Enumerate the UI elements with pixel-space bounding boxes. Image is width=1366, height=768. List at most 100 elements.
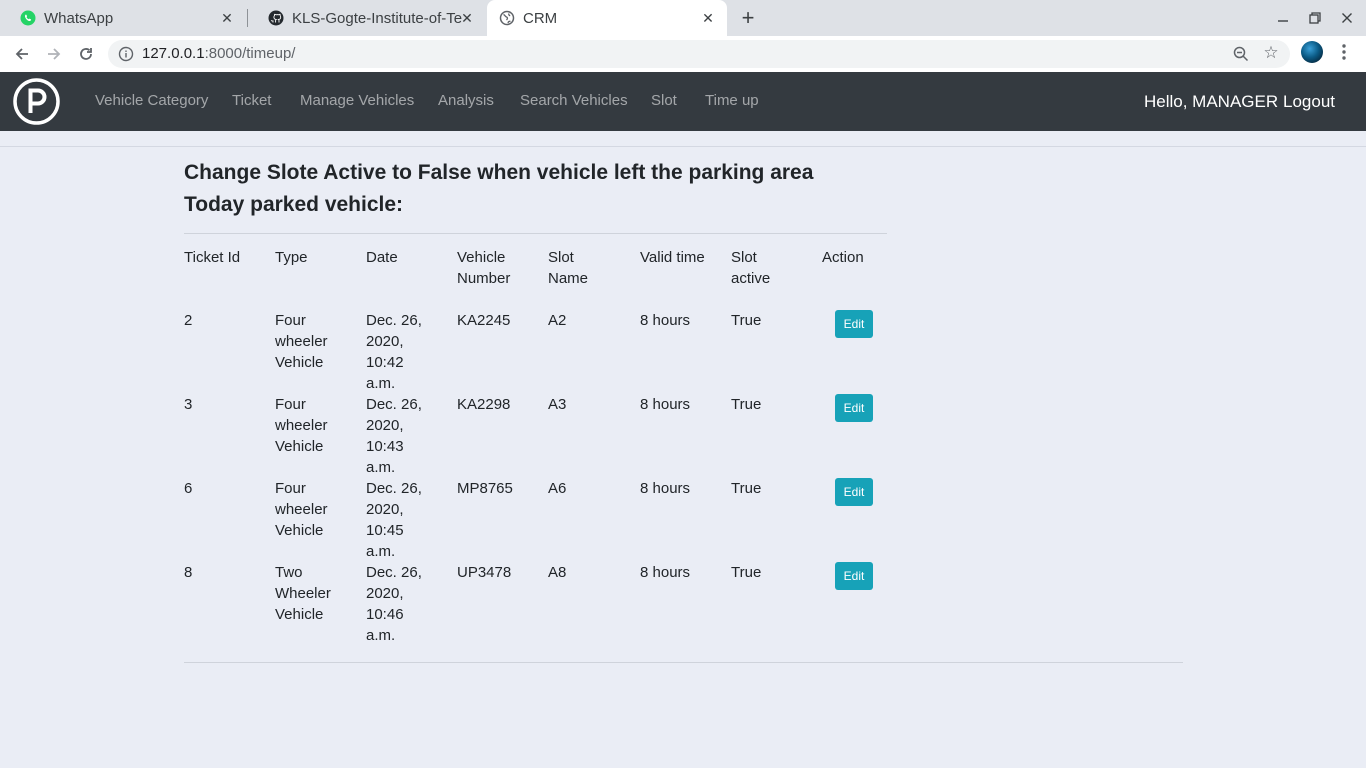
header-date: Date xyxy=(366,249,398,266)
restore-icon[interactable] xyxy=(1303,6,1327,30)
cell-line: Dec. 26, xyxy=(366,564,422,581)
header-slot-active: Slot active xyxy=(731,247,770,289)
cell-line: a.m. xyxy=(366,543,396,560)
address-bar[interactable]: 127.0.0.1:8000/timeup/ ☆ xyxy=(108,40,1290,68)
back-icon[interactable] xyxy=(8,40,36,68)
github-icon xyxy=(268,10,284,26)
cell-line: 10:45 xyxy=(366,522,404,539)
cell-line: Four xyxy=(275,312,306,329)
new-tab-icon[interactable]: + xyxy=(736,5,760,30)
header-line: active xyxy=(731,270,771,287)
close-icon[interactable]: ✕ xyxy=(218,9,236,27)
cell-slot-active: True xyxy=(731,564,762,581)
edit-button[interactable]: Edit xyxy=(835,310,873,338)
header-line: Slot xyxy=(548,249,574,266)
nav-vehicle-category[interactable]: Vehicle Category xyxy=(95,92,208,109)
nav-manage-vehicles[interactable]: Manage Vehicles xyxy=(300,92,414,109)
app-navbar: Vehicle Category Ticket Manage Vehicles … xyxy=(0,72,1366,131)
cell-line: Wheeler xyxy=(275,585,331,602)
tab-title: WhatsApp xyxy=(44,9,114,27)
table-top-rule xyxy=(184,233,887,234)
tab-crm[interactable]: CRM ✕ xyxy=(487,0,727,36)
cell-line: Dec. 26, xyxy=(366,396,422,413)
cell-line: 10:46 xyxy=(366,606,404,623)
cell-line: 10:43 xyxy=(366,438,404,455)
cell-ticket-id: 6 xyxy=(184,480,193,497)
url-host: 127.0.0.1 xyxy=(142,45,205,62)
cell-slot-name: A2 xyxy=(548,312,567,329)
browser-menu-icon[interactable] xyxy=(1336,42,1352,62)
cell-date: Dec. 26, 2020, 10:46 a.m. xyxy=(366,562,422,646)
cell-line: wheeler xyxy=(275,333,328,350)
cell-valid-time: 8 hours xyxy=(640,312,691,329)
table-bottom-rule xyxy=(184,662,1183,663)
cell-line: 2020, xyxy=(366,333,404,350)
edit-button[interactable]: Edit xyxy=(835,394,873,422)
header-line: Name xyxy=(548,270,589,287)
cell-date: Dec. 26, 2020, 10:43 a.m. xyxy=(366,394,422,478)
globe-icon xyxy=(499,10,515,26)
cell-line: wheeler xyxy=(275,417,328,434)
nav-ticket[interactable]: Ticket xyxy=(232,92,271,109)
cell-type: Four wheeler Vehicle xyxy=(275,478,328,541)
logout-link[interactable]: Logout xyxy=(1283,92,1335,112)
cell-line: Two xyxy=(275,564,303,581)
tab-whatsapp[interactable]: WhatsApp ✕ xyxy=(0,0,246,36)
cell-valid-time: 8 hours xyxy=(640,480,691,497)
cell-line: Vehicle xyxy=(275,438,324,455)
cell-date: Dec. 26, 2020, 10:42 a.m. xyxy=(366,310,422,394)
minimize-icon[interactable] xyxy=(1271,6,1295,30)
bookmark-star-icon[interactable]: ☆ xyxy=(1262,44,1280,62)
cell-slot-name: A6 xyxy=(548,480,567,497)
cell-type: Four wheeler Vehicle xyxy=(275,394,328,457)
header-line: Slot xyxy=(731,249,757,266)
whatsapp-icon xyxy=(20,10,36,26)
cell-type: Four wheeler Vehicle xyxy=(275,310,328,373)
header-valid-time: Valid time xyxy=(640,249,705,266)
edit-button[interactable]: Edit xyxy=(835,478,873,506)
profile-avatar[interactable] xyxy=(1301,41,1323,63)
close-window-icon[interactable] xyxy=(1335,6,1359,30)
cell-line: Vehicle xyxy=(275,354,324,371)
cell-line: Dec. 26, xyxy=(366,312,422,329)
cell-line: 10:42 xyxy=(366,354,404,371)
cell-line: Four xyxy=(275,480,306,497)
info-icon[interactable] xyxy=(118,46,134,62)
cell-slot-name: A8 xyxy=(548,564,567,581)
header-ticket-id: Ticket Id xyxy=(184,249,241,266)
reload-icon[interactable] xyxy=(72,40,100,68)
cell-line: Four xyxy=(275,396,306,413)
cell-vehicle-number: MP8765 xyxy=(457,480,513,497)
parking-logo-icon[interactable] xyxy=(13,78,60,125)
header-line: Vehicle xyxy=(457,249,506,266)
nav-slot[interactable]: Slot xyxy=(651,92,677,109)
nav-analysis[interactable]: Analysis xyxy=(438,92,494,109)
section-title: Today parked vehicle: xyxy=(184,193,404,216)
browser-toolbar: 127.0.0.1:8000/timeup/ ☆ xyxy=(0,36,1366,72)
browser-tab-strip: WhatsApp ✕ KLS-Gogte-Institute-of-Te ✕ C… xyxy=(0,0,1366,36)
forward-icon[interactable] xyxy=(40,40,68,68)
tab-github[interactable]: KLS-Gogte-Institute-of-Te ✕ xyxy=(248,0,486,36)
cell-ticket-id: 8 xyxy=(184,564,193,581)
cell-slot-active: True xyxy=(731,480,762,497)
close-icon[interactable]: ✕ xyxy=(699,9,717,27)
cell-valid-time: 8 hours xyxy=(640,564,691,581)
header-action: Action xyxy=(822,249,864,266)
cell-line: 2020, xyxy=(366,417,404,434)
header-vehicle-number: Vehicle Number xyxy=(457,247,510,289)
edit-button[interactable]: Edit xyxy=(835,562,873,590)
cell-vehicle-number: UP3478 xyxy=(457,564,512,581)
cell-line: a.m. xyxy=(366,627,396,644)
url-path: :8000/timeup/ xyxy=(204,45,296,62)
nav-search-vehicles[interactable]: Search Vehicles xyxy=(520,92,628,109)
cell-line: 2020, xyxy=(366,585,404,602)
close-icon[interactable]: ✕ xyxy=(458,9,476,27)
zoom-icon[interactable] xyxy=(1232,45,1250,63)
nav-time-up[interactable]: Time up xyxy=(705,92,759,109)
cell-slot-name: A3 xyxy=(548,396,567,413)
tab-title: CRM xyxy=(523,9,558,27)
user-greeting: Hello, MANAGER xyxy=(1144,92,1279,111)
cell-line: Vehicle xyxy=(275,522,324,539)
cell-valid-time: 8 hours xyxy=(640,396,691,413)
page-divider xyxy=(0,146,1366,147)
